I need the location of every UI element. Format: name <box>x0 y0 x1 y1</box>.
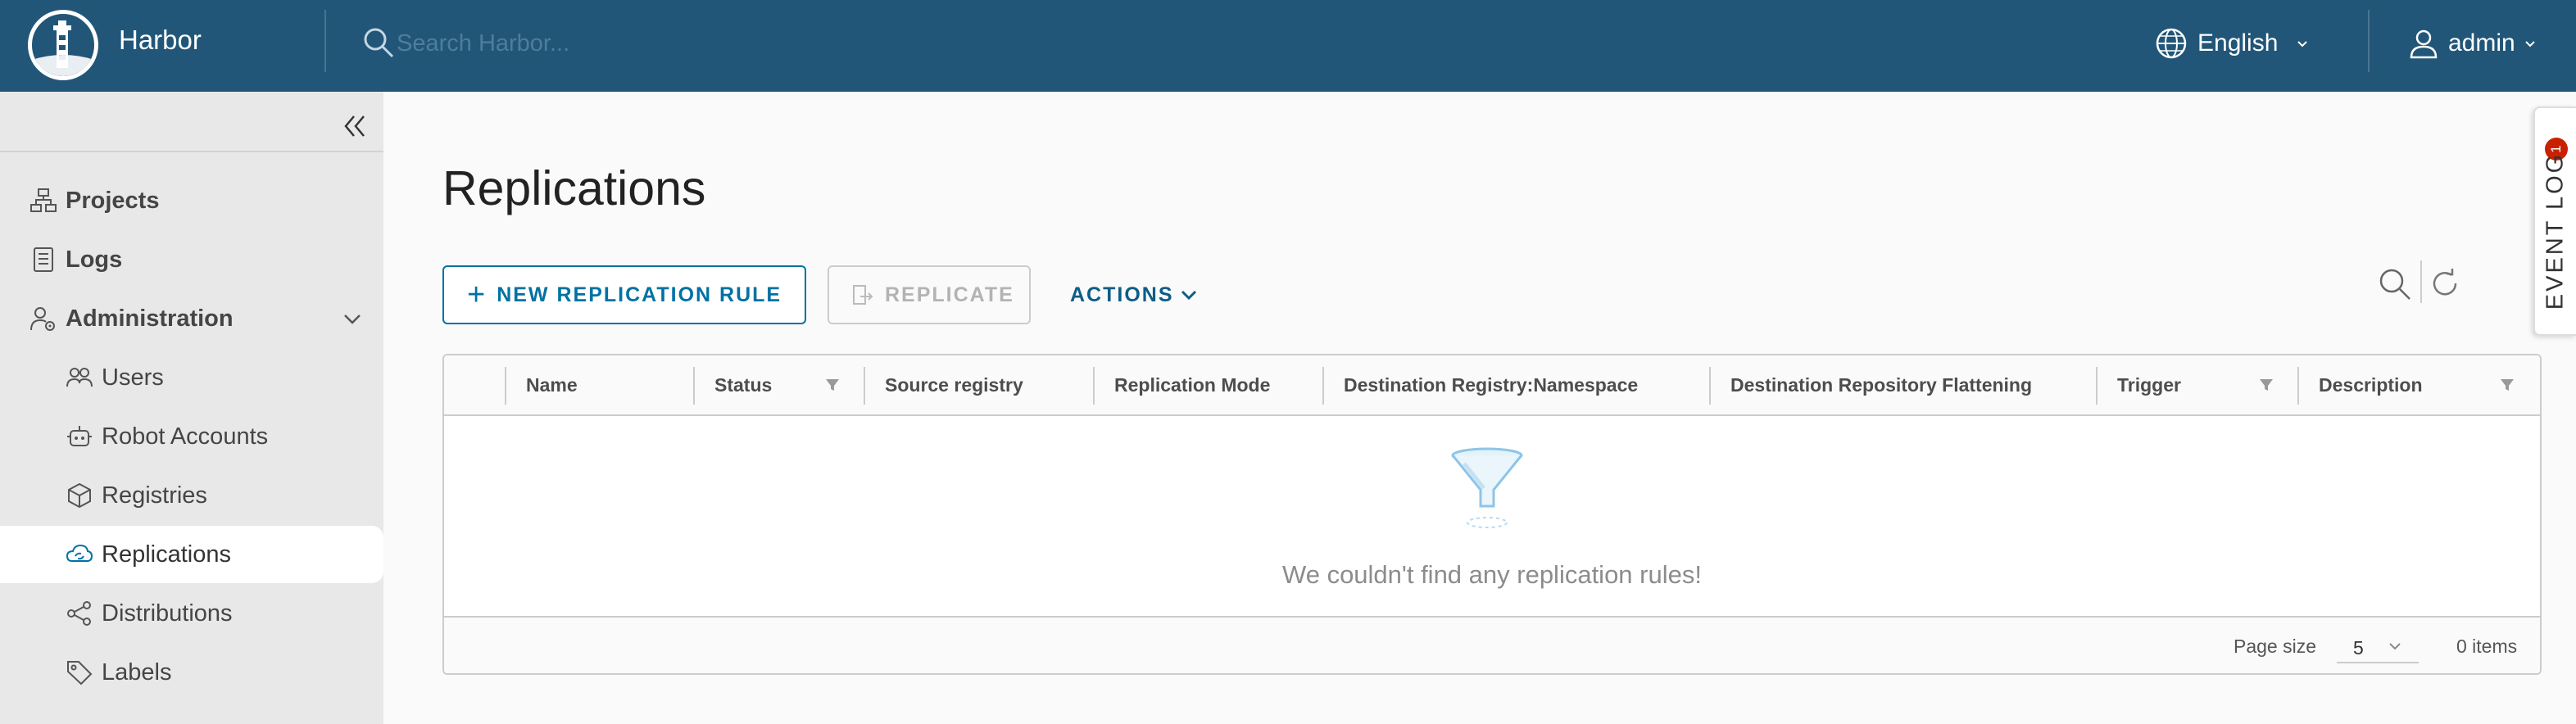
sidebar-item-label: Users <box>102 364 164 391</box>
robot-icon <box>67 426 92 446</box>
app-title[interactable]: Harbor <box>119 25 202 56</box>
filter-icon[interactable] <box>824 377 841 393</box>
sidebar-item-label: Logs <box>66 246 123 273</box>
globe-icon <box>2156 28 2187 59</box>
event-log-tab[interactable]: 1 EVENT LOG <box>2533 106 2576 336</box>
language-label: English <box>2197 29 2279 57</box>
replicate-label: REPLICATE <box>885 283 1014 306</box>
column-header-destination-namespace[interactable]: Destination Registry:Namespace <box>1324 355 1711 414</box>
column-header-replication-mode[interactable]: Replication Mode <box>1095 355 1324 414</box>
sidebar-item-labels[interactable]: Labels <box>0 644 383 701</box>
sidebar-item-label: Replications <box>102 541 231 568</box>
page-title: Replications <box>442 161 706 215</box>
top-header: Harbor English admin <box>0 0 2576 92</box>
chevron-down-icon <box>2525 41 2535 48</box>
chevron-down-icon <box>2297 41 2308 48</box>
username-label: admin <box>2448 29 2515 57</box>
column-header-source-registry[interactable]: Source registry <box>865 355 1095 414</box>
empty-state-message: We couldn't find any replication rules! <box>1282 560 1702 589</box>
filter-icon[interactable] <box>2499 377 2515 393</box>
search-icon[interactable] <box>362 26 395 59</box>
projects-icon <box>30 188 57 212</box>
sidebar-item-label: Projects <box>66 187 160 214</box>
filter-icon[interactable] <box>2258 377 2274 393</box>
labels-icon <box>67 661 93 686</box>
collapse-sidebar-icon[interactable] <box>338 110 370 143</box>
new-replication-rule-label: NEW REPLICATION RULE <box>497 283 782 306</box>
search-icon[interactable] <box>2378 267 2412 301</box>
chevron-down-icon <box>1181 290 1196 301</box>
items-count: 0 items <box>2456 636 2518 657</box>
header-divider <box>324 10 326 72</box>
registries-icon <box>68 482 91 509</box>
sidebar-item-label: Labels <box>102 658 172 686</box>
sidebar-item-label: Robot Accounts <box>102 423 269 450</box>
refresh-icon[interactable] <box>2429 267 2461 300</box>
sidebar-item-registries[interactable]: Registries <box>0 467 383 524</box>
plus-icon: + <box>467 278 488 312</box>
sidebar-item-projects[interactable]: Projects <box>0 172 383 229</box>
chevron-down-icon <box>2389 643 2401 650</box>
user-icon <box>2410 29 2438 59</box>
chevron-down-icon[interactable] <box>341 307 364 330</box>
sidebar-item-label: Administration <box>66 305 234 332</box>
distributions-icon <box>67 601 91 626</box>
event-log-label: EVENT LOG <box>2542 152 2569 310</box>
actions-dropdown[interactable]: ACTIONS <box>1070 278 1199 311</box>
replicate-button[interactable]: REPLICATE <box>828 265 1031 324</box>
language-selector[interactable]: English <box>2155 23 2320 64</box>
page-size-select[interactable]: 5 <box>2337 631 2419 663</box>
sidebar-item-label: Distributions <box>102 600 233 627</box>
column-header-name[interactable]: Name <box>506 355 693 414</box>
replications-icon <box>66 544 93 562</box>
replication-rules-table: Name Status Source registry Replication … <box>442 354 2542 675</box>
sidebar-item-administration[interactable]: Administration <box>0 290 383 347</box>
actions-label: ACTIONS <box>1070 283 1174 306</box>
table-footer: Page size 5 0 items <box>444 616 2540 673</box>
sidebar-item-distributions[interactable]: Distributions <box>0 585 383 642</box>
global-search-input[interactable] <box>397 23 888 64</box>
sidebar-item-robot-accounts[interactable]: Robot Accounts <box>0 408 383 465</box>
column-header-repository-flattening[interactable]: Destination Repository Flattening <box>1711 355 2098 414</box>
user-menu[interactable]: admin <box>2407 23 2547 64</box>
sidebar-item-replications[interactable]: Replications <box>0 526 383 583</box>
new-replication-rule-button[interactable]: + NEW REPLICATION RULE <box>442 265 806 324</box>
administration-icon <box>30 307 55 331</box>
header-divider <box>2368 10 2370 72</box>
empty-funnel-icon <box>1451 447 1523 528</box>
replicate-icon <box>853 285 873 305</box>
table-header: Name Status Source registry Replication … <box>444 355 2540 416</box>
toolbar-divider <box>2420 260 2422 303</box>
logs-icon <box>34 247 53 272</box>
page-size-value: 5 <box>2353 637 2364 658</box>
sidebar-divider <box>0 151 383 152</box>
users-icon <box>66 368 93 387</box>
sidebar-item-label: Registries <box>102 482 207 509</box>
sidebar-item-logs[interactable]: Logs <box>0 231 383 288</box>
page-size-label: Page size <box>2234 636 2317 657</box>
sidebar: Projects Logs Administration Users Robot… <box>0 92 383 724</box>
sidebar-item-users[interactable]: Users <box>0 349 383 406</box>
harbor-logo-icon[interactable] <box>28 10 98 80</box>
